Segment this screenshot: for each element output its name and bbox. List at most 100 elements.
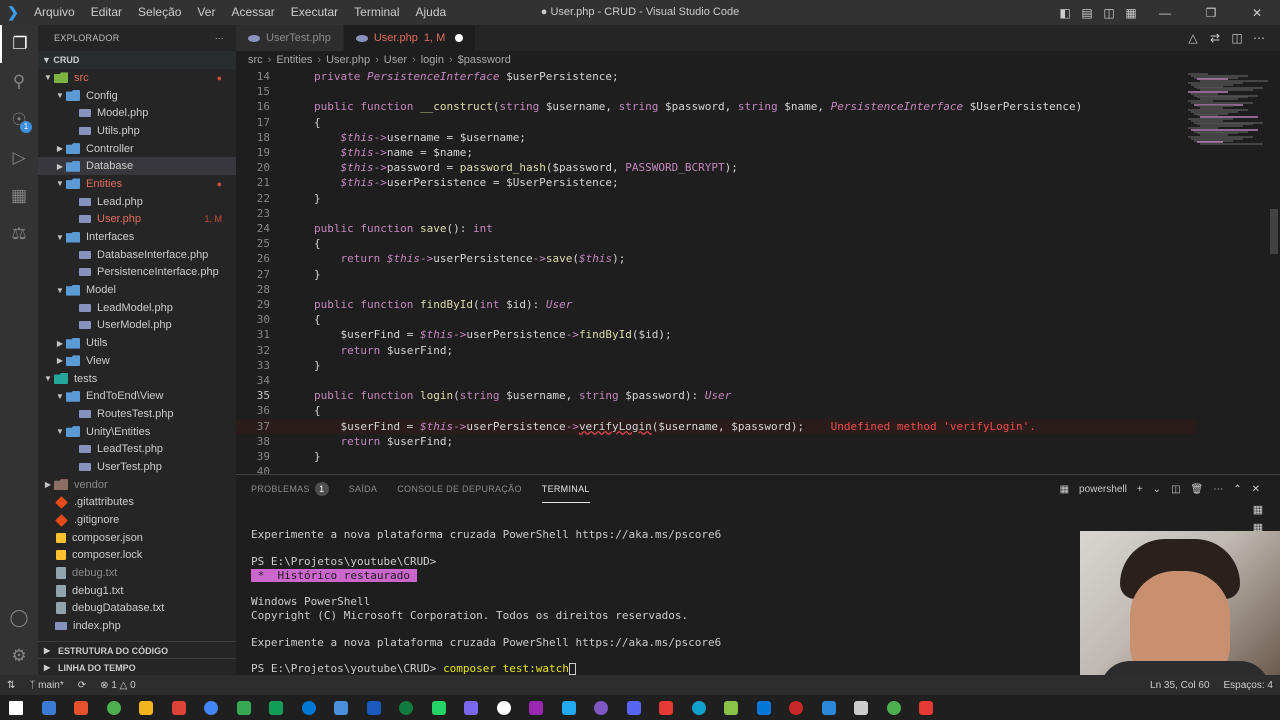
code-line[interactable]: 24 public function save(): int [236, 221, 1196, 236]
tree-item[interactable]: debugDatabase.txt [38, 600, 236, 618]
minimize-button[interactable]: — [1142, 6, 1188, 20]
taskbar-app-icon[interactable] [650, 695, 683, 720]
tree-item[interactable]: ▶ vendor [38, 476, 236, 494]
code-line[interactable]: 39} [236, 449, 1196, 464]
close-window-button[interactable]: ✕ [1234, 6, 1280, 20]
code-line[interactable]: 32 return $userFind; [236, 343, 1196, 358]
code-line[interactable]: 18 $this->username = $username; [236, 130, 1196, 145]
taskbar-app-icon[interactable] [618, 695, 651, 720]
split-terminal-icon[interactable]: ◫ [1171, 484, 1180, 495]
breadcrumb-item[interactable]: $password [458, 54, 511, 66]
maximize-panel-icon[interactable]: ⌃ [1233, 484, 1241, 495]
sync-icon[interactable]: ⟳ [71, 680, 93, 691]
code-line[interactable]: 20 $this->password = password_hash($pass… [236, 160, 1196, 175]
code-line[interactable]: 33} [236, 358, 1196, 373]
tree-item[interactable]: LeadTest.php [38, 440, 236, 458]
code-line[interactable]: 35 public function login(string $username… [236, 388, 1196, 403]
manage-gear-icon[interactable]: ⚙ [0, 637, 38, 675]
layout-secondary-sidebar-icon[interactable]: ◫ [1098, 6, 1120, 20]
breadcrumb-item[interactable]: User [384, 54, 407, 66]
menu-item-arquivo[interactable]: Arquivo [26, 0, 83, 25]
tab-usertest[interactable]: UserTest.php [236, 25, 344, 51]
windows-start-icon[interactable] [0, 695, 33, 720]
code-line[interactable]: 31 $userFind = $this->userPersistence->f… [236, 327, 1196, 342]
tree-item[interactable]: ▼ Config [38, 87, 236, 105]
tree-item[interactable]: UserModel.php [38, 317, 236, 335]
more-actions-icon[interactable]: ⋯ [215, 33, 224, 44]
restore-button[interactable]: ❐ [1188, 6, 1234, 20]
outline-section[interactable]: ▶ ESTRUTURA DO CÓDIGO [38, 641, 236, 659]
tree-item[interactable]: PersistenceInterface.php [38, 264, 236, 282]
panel-tab-terminal[interactable]: TERMINAL [541, 475, 590, 503]
taskbar-app-icon[interactable] [780, 695, 813, 720]
menu-item-acessar[interactable]: Acessar [223, 0, 282, 25]
taskbar-app-icon[interactable] [488, 695, 521, 720]
code-line[interactable]: 40 [236, 464, 1196, 474]
tree-item[interactable]: ▶ Database [38, 157, 236, 176]
taskbar-app-icon[interactable] [65, 695, 98, 720]
code-line[interactable]: 28 [236, 282, 1196, 297]
taskbar-app-icon[interactable] [845, 695, 878, 720]
code-line[interactable]: 30 { [236, 312, 1196, 327]
code-editor[interactable]: 14 private PersistenceInterface $userPers… [236, 69, 1280, 474]
taskbar-app-icon[interactable] [358, 695, 391, 720]
code-line[interactable]: 26 return $this->userPersistence->save($… [236, 251, 1196, 266]
terminal-output[interactable]: Experimente a nova plataforma cruzada Po… [251, 515, 1151, 676]
new-terminal-icon[interactable]: + [1137, 484, 1143, 495]
code-line[interactable]: 15 [236, 84, 1196, 99]
tree-item[interactable]: LeadModel.php [38, 299, 236, 317]
tab-user[interactable]: User.php 1, M [343, 25, 477, 51]
close-panel-icon[interactable]: ✕ [1252, 484, 1260, 495]
menu-item-seleção[interactable]: Seleção [130, 0, 189, 25]
breadcrumb-item[interactable]: Entities [276, 54, 312, 66]
menu-item-executar[interactable]: Executar [283, 0, 346, 25]
tree-item[interactable]: ▶ Utils [38, 334, 236, 352]
workspace-root[interactable]: ▼ CRUD [38, 51, 236, 69]
tree-item[interactable]: RoutesTest.php [38, 405, 236, 423]
menu-item-terminal[interactable]: Terminal [346, 0, 407, 25]
taskbar-app-icon[interactable] [683, 695, 716, 720]
code-line[interactable]: 36 { [236, 403, 1196, 418]
taskbar-app-icon[interactable] [325, 695, 358, 720]
menu-item-ver[interactable]: Ver [189, 0, 223, 25]
code-line[interactable]: 29 public function findById(int $id): Use… [236, 297, 1196, 312]
terminal-shell-label[interactable]: powershell [1079, 484, 1127, 495]
explorer-icon[interactable]: ❐ [0, 25, 38, 63]
code-line[interactable]: 37 $userFind = $this->userPersistence->v… [236, 418, 1196, 434]
tree-item[interactable]: .gitignore [38, 511, 236, 529]
taskbar-app-icon[interactable] [260, 695, 293, 720]
tree-item[interactable]: ▼ Unity\Entities [38, 423, 236, 441]
tree-item[interactable]: index.php [38, 617, 236, 635]
taskbar-app-icon[interactable] [195, 695, 228, 720]
taskbar-app-icon[interactable] [553, 695, 586, 720]
code-line[interactable]: 22} [236, 191, 1196, 206]
terminal-tab-icon[interactable]: ▦ [1248, 503, 1268, 521]
panel-tab-saída[interactable]: SAÍDA [349, 475, 378, 503]
panel-tab-problemas[interactable]: PROBLEMAS 1 [251, 475, 329, 503]
account-icon[interactable]: ◯ [0, 599, 38, 637]
task-view-icon[interactable] [33, 695, 66, 720]
taskbar-app-icon[interactable] [98, 695, 131, 720]
tree-item[interactable]: composer.json [38, 529, 236, 547]
taskbar-app-icon[interactable] [813, 695, 846, 720]
minimap[interactable] [1188, 69, 1268, 474]
code-line[interactable]: 19 $this->name = $name; [236, 145, 1196, 160]
code-line[interactable]: 27} [236, 267, 1196, 282]
code-line[interactable]: 14 private PersistenceInterface $userPers… [236, 69, 1196, 84]
problems-indicator[interactable]: ⊗ 1 △ 0 [93, 680, 143, 691]
taskbar-app-icon[interactable] [715, 695, 748, 720]
tree-item[interactable]: ▼ src ● [38, 69, 236, 87]
git-compare-icon[interactable]: △ [1182, 31, 1204, 45]
testing-icon[interactable]: ⚖ [0, 215, 38, 253]
taskbar-app-icon[interactable] [390, 695, 423, 720]
tree-item[interactable]: composer.lock [38, 547, 236, 565]
scrollbar-thumb[interactable] [1270, 209, 1278, 254]
taskbar-app-icon[interactable] [878, 695, 911, 720]
editor-scrollbar[interactable] [1268, 69, 1280, 474]
code-line[interactable]: 17 { [236, 115, 1196, 130]
more-actions-icon[interactable]: ⋯ [1248, 31, 1270, 45]
code-line[interactable]: 16 public function __construct(string $us… [236, 99, 1196, 114]
chevron-down-icon[interactable]: ⌄ [1153, 484, 1161, 495]
taskbar-app-icon[interactable] [228, 695, 261, 720]
breadcrumb-item[interactable]: src [248, 54, 263, 66]
